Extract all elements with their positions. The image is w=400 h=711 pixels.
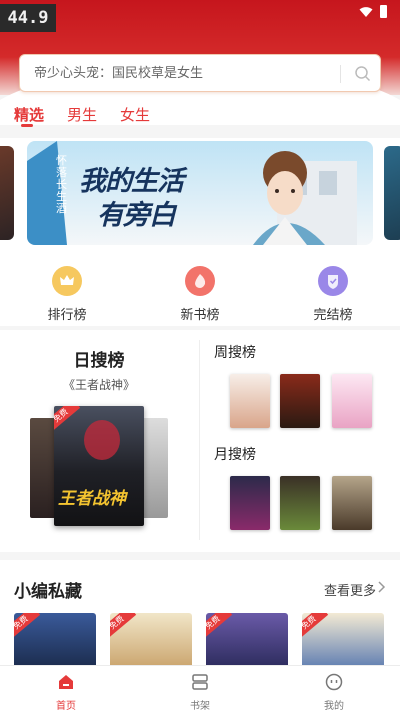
view-more-link[interactable]: 查看更多: [324, 580, 376, 599]
weekly-cover-2[interactable]: [280, 374, 320, 428]
free-tag: 免费: [206, 613, 233, 641]
banner-carousel: 我的生活 有旁白 怀落长生酒: [0, 138, 400, 248]
banner-next-slide[interactable]: [384, 146, 400, 240]
chevron-right-icon[interactable]: [378, 581, 386, 593]
wifi-icon: [359, 7, 373, 17]
search-box[interactable]: 帝少心头宠：国民校草是女生: [19, 54, 381, 92]
nav-bookshelf[interactable]: 书架: [170, 672, 230, 711]
banner-headline-2: 有旁白: [97, 200, 176, 231]
banner-slide[interactable]: 我的生活 有旁白 怀落长生酒: [27, 141, 373, 245]
search-rankings: 日搜榜 《王者战神》 王者战神 免费 周搜榜 月搜榜: [0, 330, 400, 552]
complete-shield-icon: [318, 266, 348, 296]
category-new-books-label: 新书榜: [180, 308, 220, 323]
battery-icon: [380, 5, 387, 18]
category-completed[interactable]: 完结榜: [293, 266, 373, 323]
category-completed-label: 完结榜: [313, 308, 353, 323]
bottom-navigation: 首页 书架 我的: [0, 665, 400, 711]
pick-cover-1[interactable]: 免费: [14, 613, 96, 670]
tab-female[interactable]: 女生: [120, 104, 150, 125]
home-icon: [59, 675, 73, 689]
quick-categories: 排行榜 新书榜 完结榜: [0, 248, 400, 326]
daily-cover[interactable]: 王者战神 免费: [54, 406, 144, 526]
monthly-cover-1[interactable]: [230, 476, 270, 530]
new-book-icon: [185, 266, 215, 296]
category-new-books[interactable]: 新书榜: [160, 266, 240, 323]
banner-side-text: 怀落长生酒: [56, 154, 67, 215]
editor-picks: 小编私藏 查看更多 免费 免费 免费 免费: [0, 560, 400, 670]
category-ranking-label: 排行榜: [47, 308, 87, 323]
nav-home-label: 首页: [56, 701, 76, 711]
search-divider: [340, 65, 341, 83]
nav-home[interactable]: 首页: [36, 672, 96, 711]
nav-bookshelf-label: 书架: [190, 701, 210, 711]
free-tag: 免费: [54, 406, 81, 434]
monthly-ranking-title: 月搜榜: [214, 447, 256, 463]
status-time: 44.9: [0, 4, 56, 32]
ranking-divider: [199, 340, 200, 540]
tab-male[interactable]: 男生: [67, 104, 97, 125]
profile-face-icon: [325, 673, 343, 691]
weekly-cover-3[interactable]: [332, 374, 372, 428]
daily-ranking-title: 日搜榜: [73, 351, 125, 371]
daily-cover-title: 王者战神: [58, 489, 126, 509]
category-tabs: 精选 男生 女生: [0, 98, 400, 132]
pick-cover-2[interactable]: 免费: [110, 613, 192, 670]
active-tab-indicator: [21, 124, 33, 127]
bookshelf-icon: [192, 674, 208, 690]
status-bar: 44.9: [0, 0, 400, 34]
free-tag: 免费: [110, 613, 137, 641]
tab-featured[interactable]: 精选: [14, 104, 44, 125]
weekly-ranking-title: 周搜榜: [214, 345, 256, 361]
daily-ranking[interactable]: 日搜榜 《王者战神》 王者战神 免费: [0, 330, 198, 552]
nav-profile-label: 我的: [324, 701, 344, 711]
monthly-cover-2[interactable]: [280, 476, 320, 530]
carousel-dots: [208, 235, 235, 245]
free-tag: 免费: [14, 613, 41, 641]
editor-picks-title: 小编私藏: [14, 582, 82, 602]
crown-icon: [52, 266, 82, 296]
pick-cover-4[interactable]: 免费: [302, 613, 384, 670]
banner-prev-slide[interactable]: [0, 146, 14, 240]
search-icon[interactable]: [354, 65, 372, 83]
daily-top-book[interactable]: 《王者战神》: [0, 376, 198, 393]
pick-cover-3[interactable]: 免费: [206, 613, 288, 670]
monthly-cover-3[interactable]: [332, 476, 372, 530]
search-input[interactable]: 帝少心头宠：国民校草是女生: [34, 55, 203, 93]
weekly-cover-1[interactable]: [230, 374, 270, 428]
nav-profile[interactable]: 我的: [304, 672, 364, 711]
free-tag: 免费: [302, 613, 329, 641]
category-ranking[interactable]: 排行榜: [27, 266, 107, 323]
